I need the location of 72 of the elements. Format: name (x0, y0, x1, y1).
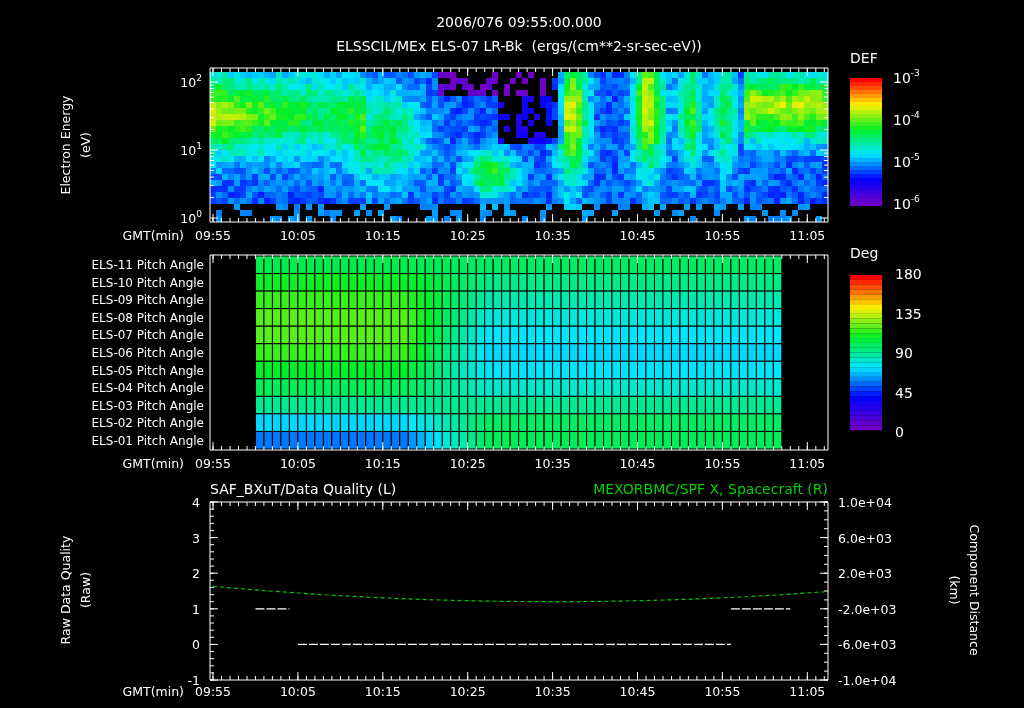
tick-label: 6.0e+03 (838, 530, 892, 546)
chart-title: SAF_BXuT/Data Quality (L) (210, 481, 397, 497)
tick-label: 3 (192, 530, 200, 546)
row-label: ELS-05 Pitch Angle (91, 363, 204, 378)
tick-label: 10:35 (534, 456, 571, 471)
chart-title: MEXORBMC/SPF X, Spacecraft (R) (593, 481, 828, 497)
tick-label: 10:15 (364, 228, 401, 243)
tick-label: 10$^{1}$ (180, 141, 202, 158)
row-label: ELS-10 Pitch Angle (91, 275, 204, 290)
tick-label: 10:05 (279, 456, 316, 471)
colorbar-label: 135 (895, 305, 922, 322)
colorbar-label: 10$^{-3}$ (893, 68, 920, 86)
tick-label: -1.0e+04 (838, 673, 897, 688)
tick-label: 10:05 (279, 684, 316, 699)
colorbar-label: 0 (895, 424, 904, 440)
tick-label: 4 (192, 495, 200, 510)
tick-label: 1 (192, 601, 200, 617)
tick-label: 11:05 (789, 228, 826, 243)
row-label: ELS-09 Pitch Angle (91, 293, 204, 308)
tick-label: 10:55 (704, 684, 741, 699)
axis-title: (eV) (78, 132, 93, 158)
row-label: ELS-01 Pitch Angle (91, 433, 204, 448)
row-label: ELS-04 Pitch Angle (91, 381, 204, 396)
tick-label: 2 (192, 566, 200, 582)
tick-label: 09:55 (195, 456, 231, 471)
row-label: ELS-02 Pitch Angle (91, 416, 204, 431)
tick-label: 10:45 (619, 228, 656, 243)
tick-label: 0 (192, 637, 200, 653)
tick-label: 10:25 (449, 228, 486, 243)
tick-label: 10:35 (534, 684, 571, 699)
colorbar-title: DEF (850, 50, 878, 66)
colorbar-label: 10$^{-5}$ (893, 152, 920, 170)
tick-label: 10:45 (619, 684, 656, 699)
plot-title: ELSSCIL/MEx ELS-07 LR-Bk (ergs/(cm**2-sr-sec-eV)) (336, 38, 702, 54)
tick-label: 10$^{0}$ (180, 209, 202, 226)
axis-label: GMT(min) (122, 456, 184, 471)
tick-label: 10:35 (534, 228, 571, 243)
tick-label: -6.0e+03 (838, 637, 897, 653)
axis-title: Raw Data Quality (58, 535, 73, 645)
tick-label: 2.0e+03 (838, 566, 892, 582)
row-label: ELS-03 Pitch Angle (91, 398, 204, 413)
tick-label: 10:55 (704, 228, 741, 243)
tick-label: 11:05 (789, 684, 826, 699)
tick-label: -2.0e+03 (838, 601, 897, 617)
row-label: ELS-06 Pitch Angle (91, 346, 204, 360)
row-label: ELS-08 Pitch Angle (91, 310, 204, 325)
tick-label: 10:55 (704, 456, 741, 471)
axis-title: Component Distance (967, 524, 982, 656)
row-label: ELS-11 Pitch Angle (91, 258, 204, 273)
colorbar-title: Deg (850, 245, 879, 261)
tick-label: 10:15 (364, 684, 401, 699)
colorbar-label: 180 (895, 266, 922, 282)
axis-title: (Raw) (78, 571, 93, 609)
axis-label: GMT(min) (122, 684, 184, 699)
colorbar-label: 90 (895, 345, 913, 361)
axis-label: GMT(min) (122, 228, 184, 243)
tick-label: 10:45 (619, 456, 656, 471)
axis-title: Electron Energy (58, 95, 73, 195)
colorbar-label: 45 (895, 384, 913, 401)
tick-label: 11:05 (789, 456, 826, 471)
tick-label: 10:25 (449, 456, 486, 471)
tick-label: 1.0e+04 (838, 495, 892, 510)
timestamp: 2006/076 09:55:00.000 (436, 14, 602, 30)
tick-label: 10:15 (364, 456, 401, 471)
colorbar-label: 10$^{-4}$ (893, 110, 920, 128)
axis-title: (km) (947, 575, 962, 605)
row-label: ELS-07 Pitch Angle (91, 328, 204, 343)
tick-label: 10:05 (279, 228, 316, 243)
tick-label: 10$^{2}$ (180, 73, 202, 90)
tick-label: 10:25 (449, 684, 486, 699)
tick-label: 09:55 (195, 228, 231, 243)
colorbar-label: 10$^{-6}$ (893, 194, 920, 212)
